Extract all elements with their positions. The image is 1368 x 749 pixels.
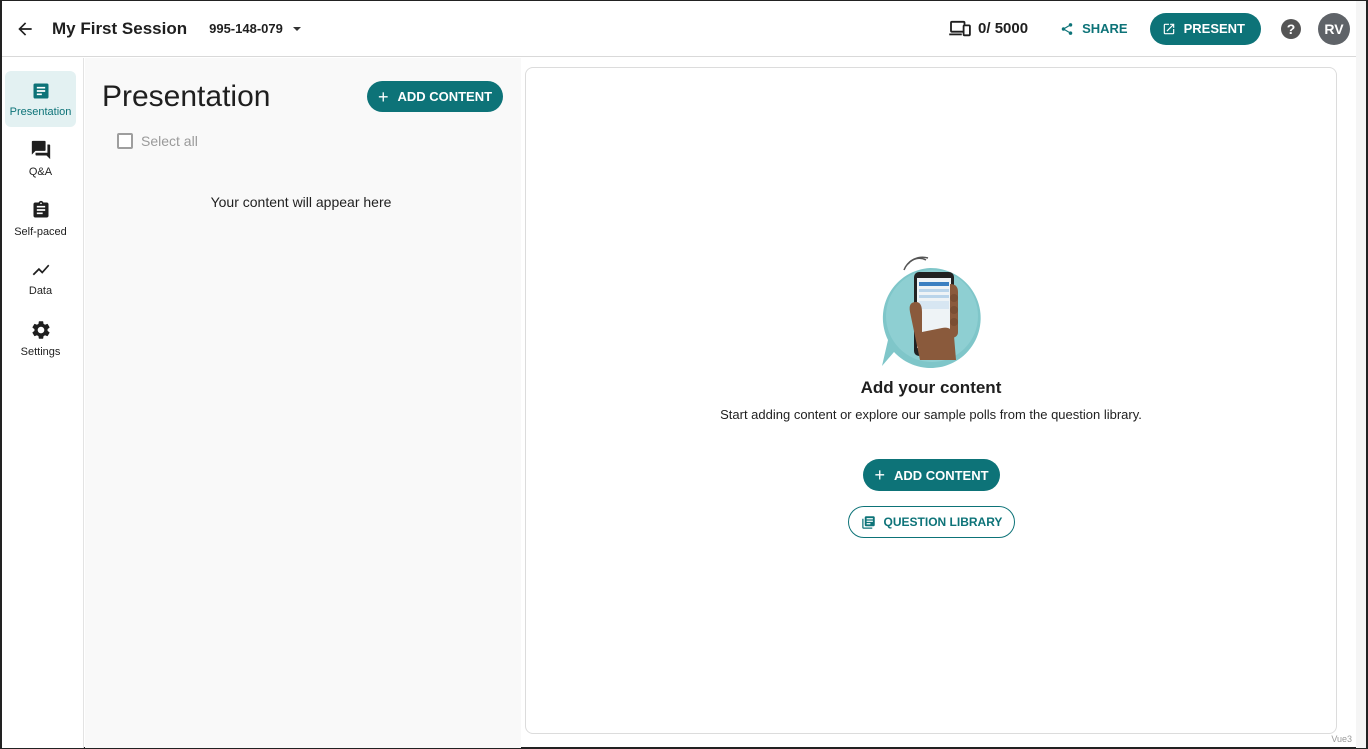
devices-icon (949, 20, 971, 36)
nav-item-qa[interactable]: Q&A (5, 130, 76, 186)
add-content-description: Start adding content or explore our samp… (720, 407, 1142, 422)
page-title: Presentation (102, 80, 271, 113)
nav-label-presentation: Presentation (9, 105, 72, 118)
nav-item-presentation[interactable]: Presentation (5, 71, 76, 127)
gear-icon (31, 320, 50, 339)
main-panel: Add your content Start adding content or… (525, 67, 1337, 734)
arrow-back-icon (18, 21, 32, 36)
scrollbar[interactable] (1356, 1, 1366, 748)
nav-label-settings: Settings (20, 345, 61, 358)
caret-down-icon (292, 26, 301, 31)
clipboard-icon (33, 200, 48, 217)
session-title: My First Session (52, 18, 188, 38)
add-content-label: ADD CONTENT (893, 467, 989, 483)
present-label: PRESENT (1183, 21, 1245, 36)
select-all-checkbox[interactable]: Select all (117, 133, 198, 149)
select-all-label: Select all (141, 133, 198, 149)
participant-count-label: 0/ 5000 (978, 20, 1029, 37)
question-library-label: QUESTION LIBRARY (883, 515, 1003, 529)
share-button[interactable]: SHARE (1060, 21, 1128, 36)
checkbox-icon (117, 133, 133, 149)
top-bar: My First Session 995-148-079 0/ 5000 SHA… (2, 1, 1356, 57)
avatar[interactable]: RV (1318, 12, 1350, 45)
add-content-label: ADD CONTENT (397, 89, 493, 104)
session-code-label: 995-148-079 (209, 21, 283, 36)
add-content-button-top[interactable]: + ADD CONTENT (367, 81, 503, 112)
forum-icon (31, 140, 50, 159)
phone-tap-illustration (882, 256, 981, 368)
version-tag: Vue3 (1331, 734, 1352, 744)
plus-icon: + (377, 86, 389, 107)
session-code-dropdown[interactable]: 995-148-079 (209, 21, 301, 36)
library-books-icon (861, 515, 875, 529)
content-list-panel: Presentation + ADD CONTENT Select all Yo… (85, 58, 521, 748)
question-library-button[interactable]: QUESTION LIBRARY (848, 506, 1015, 538)
open-in-new-icon (1163, 23, 1174, 34)
nav-item-settings[interactable]: Settings (5, 310, 76, 366)
left-nav: Presentation Q&A Self-paced Data Setting… (2, 58, 84, 748)
plus-icon: + (874, 465, 885, 485)
nav-label-self-paced: Self-paced (14, 225, 67, 238)
nav-item-data[interactable]: Data (5, 250, 76, 306)
nav-label-qa: Q&A (28, 165, 53, 178)
present-button[interactable]: PRESENT (1149, 12, 1261, 45)
add-content-heading: Add your content (860, 378, 1002, 397)
share-label: SHARE (1082, 21, 1128, 36)
participant-count: 0/ 5000 (949, 20, 1028, 38)
add-content-button[interactable]: + ADD CONTENT (863, 459, 1000, 491)
empty-list-message: Your content will appear here (210, 194, 392, 210)
trend-line-icon (32, 264, 49, 275)
presentation-icon (33, 83, 48, 98)
back-button[interactable] (14, 18, 36, 40)
nav-label-data: Data (28, 284, 53, 297)
nav-item-self-paced[interactable]: Self-paced (5, 190, 76, 246)
help-icon[interactable]: ? (1281, 18, 1301, 39)
share-icon (1061, 22, 1073, 35)
